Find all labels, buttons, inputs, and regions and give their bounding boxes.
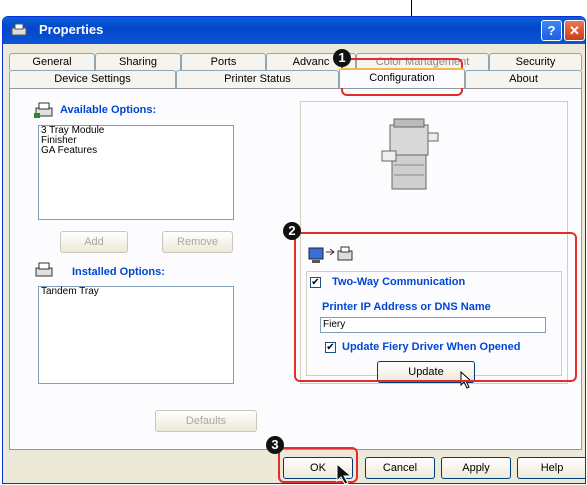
defaults-button[interactable]: Defaults — [155, 410, 257, 432]
available-options-list[interactable]: 3 Tray Module Finisher GA Features — [38, 125, 234, 220]
copier-icon — [381, 118, 439, 190]
callout-box-two-way — [294, 232, 577, 382]
mouse-cursor-icon — [336, 463, 353, 485]
tab-about[interactable]: About — [465, 70, 582, 88]
tab-printer-status[interactable]: Printer Status — [176, 70, 339, 88]
close-button[interactable]: ✕ — [564, 20, 585, 41]
tab-ports[interactable]: Ports — [181, 53, 266, 70]
installed-options-list[interactable]: Tandem Tray — [38, 286, 234, 384]
remove-button[interactable]: Remove — [162, 231, 233, 253]
list-item[interactable]: GA Features — [39, 146, 233, 156]
available-options-label: Available Options: — [60, 104, 157, 116]
tab-configuration[interactable]: Configuration — [339, 68, 465, 88]
apply-button[interactable]: Apply — [441, 457, 511, 479]
callout-badge-3: 3 — [266, 436, 284, 454]
list-item[interactable]: Tandem Tray — [39, 287, 233, 297]
help-button[interactable]: Help — [517, 457, 585, 479]
title-bar: Properties ? ✕ — [3, 17, 585, 44]
printer-icon — [11, 23, 27, 36]
help-title-button[interactable]: ? — [541, 20, 562, 41]
tab-security[interactable]: Security — [489, 53, 582, 70]
tab-device-settings[interactable]: Device Settings — [9, 70, 176, 88]
installed-options-label: Installed Options: — [72, 266, 165, 278]
callout-badge-2: 2 — [283, 222, 301, 240]
printer-icon — [35, 262, 53, 277]
printer-icon — [34, 102, 53, 118]
add-button[interactable]: Add — [60, 231, 128, 253]
tab-general[interactable]: General — [9, 53, 95, 70]
window-title: Properties — [39, 22, 104, 37]
tab-sharing[interactable]: Sharing — [95, 53, 181, 70]
cancel-button[interactable]: Cancel — [365, 457, 435, 479]
callout-badge-1: 1 — [333, 49, 351, 67]
